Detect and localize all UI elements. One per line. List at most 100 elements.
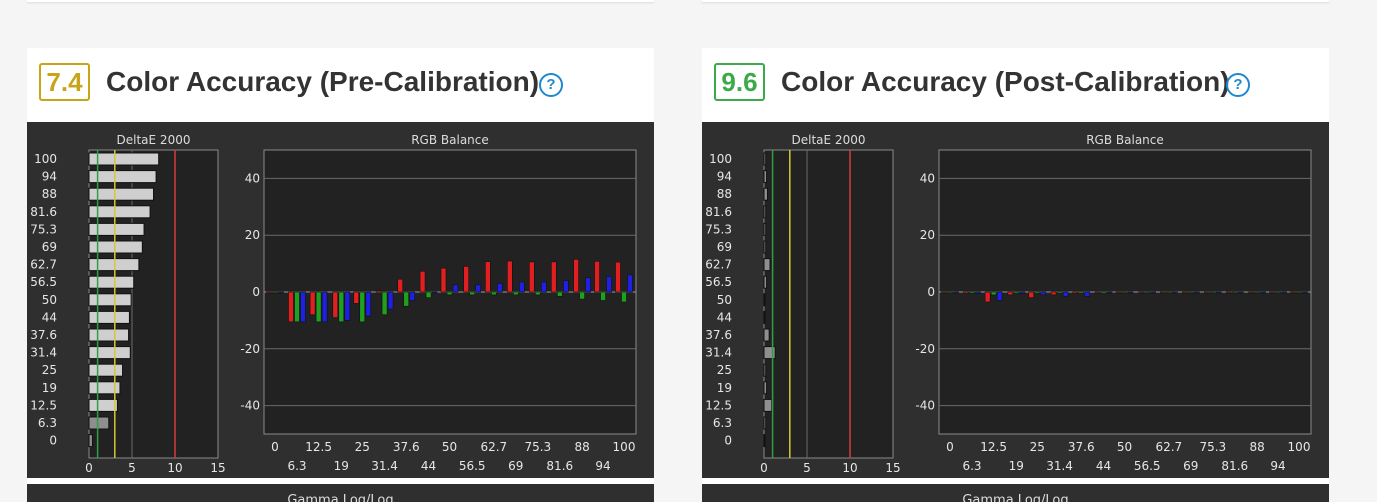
rgb-bar xyxy=(332,291,339,318)
rgb-chart-title: RGB Balance xyxy=(1086,133,1164,147)
rgb-x-tick-label: 69 xyxy=(508,459,523,473)
rgb-bar xyxy=(1072,291,1079,294)
rgb-bar xyxy=(321,291,328,323)
rgb-bar xyxy=(606,276,612,293)
rgb-bar xyxy=(365,291,372,317)
deltae-category-label: 0 xyxy=(724,434,732,448)
rgb-bar xyxy=(353,291,360,304)
charts-svg: DeltaE 20000 5 10 15100948881.675.36962.756… xyxy=(705,133,1312,475)
deltae-bar xyxy=(763,363,767,377)
deltae-category-label: 94 xyxy=(717,170,732,184)
rgb-bar xyxy=(463,266,469,293)
deltae-category-label: 44 xyxy=(42,310,57,324)
deltae-category-label: 44 xyxy=(717,310,732,324)
rgb-bar xyxy=(1121,291,1128,294)
card-title: Color Accuracy (Pre-Calibration) xyxy=(106,66,540,97)
deltae-x-tick-label: 0 xyxy=(85,461,93,475)
deltae-bar xyxy=(763,398,773,412)
question-circle-icon[interactable]: ? xyxy=(539,73,563,97)
rgb-bar xyxy=(1248,291,1254,294)
deltae-bar xyxy=(763,310,766,324)
rgb-bar xyxy=(485,261,491,293)
rgb-y-tick-label: -20 xyxy=(240,342,260,356)
deltae-category-label: 12.5 xyxy=(30,398,57,412)
deltae-x-tick-label: 10 xyxy=(842,461,857,475)
deltae-x-tick-label: 10 xyxy=(167,461,182,475)
rgb-bar xyxy=(1106,291,1113,294)
rgb-bar xyxy=(1100,291,1107,294)
deltae-bar xyxy=(88,328,130,342)
rgb-bar xyxy=(1296,291,1302,294)
rgb-x-tick-label: 6.3 xyxy=(962,459,981,473)
rgb-x-tick-label: 12.5 xyxy=(305,440,332,454)
previous-card-bottom-edge xyxy=(702,0,1329,2)
rgb-bar xyxy=(1115,291,1122,294)
rgb-bar xyxy=(452,284,459,293)
deltae-bar xyxy=(88,398,118,412)
deltae-x-tick-label: 15 xyxy=(885,461,900,475)
deltae-category-label: 56.5 xyxy=(705,275,732,289)
color-accuracy-post-calibration-card: 9.6 Color Accuracy (Post-Calibration) ? … xyxy=(702,48,1329,502)
deltae-bar xyxy=(88,346,131,360)
rgb-bar xyxy=(600,291,606,301)
rgb-bar xyxy=(990,291,997,296)
rgb-bar xyxy=(1050,291,1057,296)
rgb-bar xyxy=(1254,291,1260,294)
question-circle-icon[interactable]: ? xyxy=(1226,73,1250,97)
rgb-bar xyxy=(403,291,410,307)
rgb-bar xyxy=(497,283,503,293)
rgb-y-tick-label: 40 xyxy=(245,171,260,185)
rgb-x-tick-label: 25 xyxy=(355,440,370,454)
rgb-bar xyxy=(272,291,278,294)
deltae-bar xyxy=(763,328,770,342)
rgb-bar xyxy=(594,261,600,293)
rgb-bar xyxy=(446,291,453,296)
rgb-bar xyxy=(1144,291,1150,294)
deltae-category-label: 100 xyxy=(709,152,732,166)
rgb-y-tick-label: -40 xyxy=(240,399,260,413)
rgb-bar xyxy=(984,291,991,303)
rgb-bar xyxy=(1290,291,1296,294)
rgb-y-tick-label: 20 xyxy=(245,228,260,242)
deltae-bar xyxy=(763,170,768,184)
deltae-category-label: 50 xyxy=(717,293,732,307)
rgb-bar xyxy=(562,280,569,293)
rgb-x-tick-label: 69 xyxy=(1183,459,1198,473)
rgb-x-tick-label: 56.5 xyxy=(459,459,486,473)
rgb-bar xyxy=(375,290,382,293)
deltae-bar xyxy=(763,258,771,272)
rgb-bar xyxy=(300,291,306,323)
rgb-bar xyxy=(1150,291,1156,294)
rgb-bar xyxy=(397,278,404,293)
deltae-bar xyxy=(88,293,132,307)
rgb-bar xyxy=(1160,291,1166,294)
deltae-category-label: 19 xyxy=(42,381,57,395)
rgb-bar xyxy=(615,261,621,293)
deltae-category-label: 75.3 xyxy=(30,222,57,236)
deltae-category-label: 25 xyxy=(42,363,57,377)
rgb-bar xyxy=(491,291,497,296)
rgb-bar xyxy=(1215,291,1222,294)
rgb-bar xyxy=(315,291,322,323)
rgb-bar xyxy=(431,291,438,294)
rgb-x-tick-label: 94 xyxy=(1270,459,1285,473)
previous-card-bottom-edge xyxy=(27,0,654,2)
deltae-bar xyxy=(88,258,140,272)
rgb-bar xyxy=(975,291,981,294)
rgb-y-tick-label: 40 xyxy=(920,171,935,185)
rgb-x-tick-label: 12.5 xyxy=(980,440,1007,454)
deltae-bar xyxy=(763,434,766,448)
rgb-bar xyxy=(1019,291,1026,294)
rgb-x-tick-label: 62.7 xyxy=(480,440,507,454)
rgb-y-tick-label: 20 xyxy=(920,228,935,242)
rgb-bar xyxy=(278,291,284,294)
chart-panel: DeltaE 2000 0 5 10 15 100 94 88 81.6 75.3 69 62.7 56… xyxy=(27,122,654,478)
deltae-category-label: 94 xyxy=(42,170,57,184)
rgb-x-tick-label: 31.4 xyxy=(371,459,398,473)
rgb-bar xyxy=(1260,291,1266,294)
deltae-category-label: 6.3 xyxy=(713,416,732,430)
deltae-bar xyxy=(88,275,135,289)
rgb-x-tick-label: 19 xyxy=(334,459,349,473)
deltae-x-tick-label: 5 xyxy=(128,461,136,475)
deltae-bar xyxy=(763,416,767,430)
